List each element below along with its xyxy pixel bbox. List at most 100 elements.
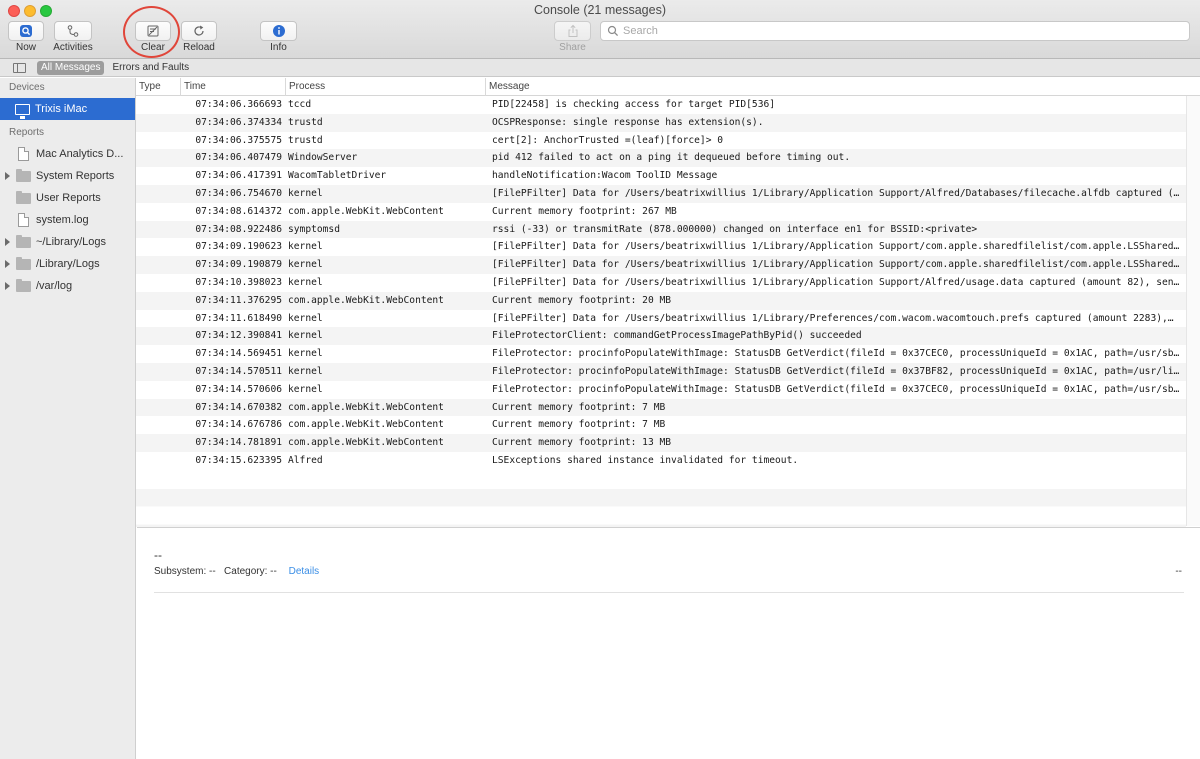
filter-errors-and-faults[interactable]: Errors and Faults bbox=[108, 61, 193, 75]
column-header-message[interactable]: Message bbox=[486, 78, 1200, 96]
process-cell: WacomTabletDriver bbox=[288, 170, 387, 182]
share-label: Share bbox=[559, 42, 586, 53]
table-row[interactable]: 07:34:14.781891 com.apple.WebKit.WebConte… bbox=[136, 434, 1186, 452]
sidebar-item-report[interactable]: system.log bbox=[0, 209, 135, 231]
sidebar-item-device[interactable]: Trixis iMac bbox=[0, 98, 135, 120]
type-cell bbox=[136, 327, 181, 345]
type-cell bbox=[136, 310, 181, 328]
sidebar-item-label: ~/Library/Logs bbox=[36, 236, 107, 248]
table-row[interactable]: 07:34:06.366693 tccd PID[22458] is checkin… bbox=[136, 96, 1186, 114]
sidebar-item-report[interactable]: ~/Library/Logs bbox=[0, 231, 135, 253]
message-cell: pid 412 failed to act on a ping it deque… bbox=[492, 152, 851, 164]
type-cell bbox=[136, 238, 181, 256]
table-row[interactable]: 07:34:14.570511 kernel FileProtector: proc… bbox=[136, 362, 1186, 381]
table-row[interactable]: 07:34:06.374334 trustd OCSPResponse: singl… bbox=[136, 113, 1186, 132]
detail-pane: -- Subsystem: -- Category: -- Details -- bbox=[137, 527, 1200, 759]
sidebar-toggle-icon[interactable] bbox=[13, 62, 26, 73]
disclosure-arrow-icon[interactable] bbox=[5, 238, 10, 246]
table-row[interactable]: 07:34:06.754670 kernel [FilePFilter] Data … bbox=[136, 184, 1186, 203]
time-cell: 07:34:06.375575 bbox=[195, 134, 282, 146]
message-cell: FileProtector: procinfoPopulateWithImage… bbox=[492, 348, 1180, 360]
log-table[interactable]: 07:34:06.366693 tccd PID[22458] is checkin… bbox=[136, 96, 1186, 526]
type-cell bbox=[136, 149, 181, 167]
time-cell: 07:34:14.670382 bbox=[195, 401, 282, 413]
table-row[interactable]: 07:34:06.375575 trustd cert[2]: AnchorTrus… bbox=[136, 132, 1186, 150]
table-row[interactable]: 07:34:14.570606 kernel FileProtector: proc… bbox=[136, 381, 1186, 399]
table-row[interactable]: 07:34:11.376295 com.apple.WebKit.WebConte… bbox=[136, 291, 1186, 310]
column-header-time[interactable]: Time bbox=[181, 78, 286, 96]
time-cell: 07:34:06.417391 bbox=[195, 170, 282, 182]
table-row[interactable]: 07:34:14.670382 com.apple.WebKit.WebConte… bbox=[136, 398, 1186, 417]
table-row[interactable]: 07:34:14.569451 kernel FileProtector: proc… bbox=[136, 345, 1186, 363]
column-header-type[interactable]: Type bbox=[136, 78, 181, 96]
table-row[interactable]: 07:34:12.390841 kernel FileProtectorClient… bbox=[136, 327, 1186, 346]
details-link[interactable]: Details bbox=[289, 566, 320, 577]
column-header-process[interactable]: Process bbox=[286, 78, 486, 96]
disclosure-arrow-icon[interactable] bbox=[5, 282, 10, 290]
process-cell: tccd bbox=[288, 99, 312, 110]
activities-label: Activities bbox=[53, 42, 93, 53]
imac-icon bbox=[15, 103, 30, 119]
type-cell bbox=[136, 185, 181, 203]
share-button[interactable] bbox=[554, 21, 591, 41]
type-cell bbox=[136, 416, 181, 434]
table-row[interactable]: 07:34:09.190879 kernel [FilePFilter] Data … bbox=[136, 256, 1186, 274]
time-cell: 07:34:15.623395 bbox=[195, 454, 282, 466]
table-row[interactable]: 07:34:09.190623 kernel [FilePFilter] Data … bbox=[136, 238, 1186, 256]
table-row[interactable]: 07:34:11.618490 kernel [FilePFilter] Data … bbox=[136, 310, 1186, 328]
table-row[interactable]: 07:34:10.398023 kernel [FilePFilter] Data … bbox=[136, 274, 1186, 292]
vertical-scrollbar[interactable] bbox=[1186, 96, 1200, 526]
table-row[interactable]: 07:34:08.922486 symptomsd rssi (-33) or tr… bbox=[136, 220, 1186, 239]
message-cell: [FilePFilter] Data for /Users/beatrixwil… bbox=[492, 259, 1180, 271]
sidebar-item-label: system.log bbox=[36, 214, 89, 226]
search-input[interactable] bbox=[623, 25, 1183, 37]
reload-icon bbox=[194, 25, 204, 36]
sidebar-item-report[interactable]: System Reports bbox=[0, 165, 135, 187]
process-cell: kernel bbox=[288, 383, 323, 395]
sidebar-item-report[interactable]: /var/log bbox=[0, 275, 135, 297]
info-label: Info bbox=[270, 42, 287, 53]
devices-header: Devices bbox=[9, 82, 45, 93]
message-cell: cert[2]: AnchorTrusted =(leaf)[force]> 0 bbox=[492, 134, 724, 146]
window-title: Console (21 messages) bbox=[533, 3, 666, 17]
reload-button[interactable] bbox=[181, 21, 217, 41]
sidebar-item-label: System Reports bbox=[36, 170, 115, 182]
sidebar-item-report[interactable]: /Library/Logs bbox=[0, 253, 135, 275]
table-row[interactable]: 07:34:06.417391 WacomTabletDriver handleNo… bbox=[136, 167, 1186, 185]
table-row[interactable]: 07:34:06.407479 WindowServer pid 412 faile… bbox=[136, 149, 1186, 168]
table-row[interactable]: 07:34:08.614372 com.apple.WebKit.WebConte… bbox=[136, 203, 1186, 221]
reports-header: Reports bbox=[9, 127, 45, 138]
highlight-annotation-circle bbox=[123, 6, 180, 58]
process-cell: com.apple.WebKit.WebContent bbox=[288, 294, 444, 306]
disclosure-arrow-icon[interactable] bbox=[5, 260, 10, 268]
process-cell: WindowServer bbox=[288, 152, 358, 164]
time-cell: 07:34:09.190879 bbox=[195, 259, 282, 271]
message-cell: FileProtector: procinfoPopulateWithImage… bbox=[492, 383, 1180, 395]
document-icon bbox=[18, 147, 29, 161]
sidebar-item-report[interactable]: User Reports bbox=[0, 187, 135, 209]
window-toolbar: Console (21 messages) Now Activities Cle… bbox=[0, 0, 1200, 59]
message-cell: Current memory footprint: 7 MB bbox=[492, 419, 666, 431]
table-row[interactable]: 07:34:15.623395 Alfred LSExceptions shared… bbox=[136, 452, 1186, 470]
process-cell: kernel bbox=[288, 259, 323, 271]
process-cell: kernel bbox=[288, 187, 323, 199]
message-cell: Current memory footprint: 7 MB bbox=[492, 401, 666, 413]
info-icon bbox=[272, 25, 285, 37]
type-cell bbox=[136, 363, 181, 381]
now-button[interactable] bbox=[8, 21, 44, 41]
log-table-header: Type Time Process Message bbox=[136, 78, 1200, 96]
info-button[interactable] bbox=[260, 21, 297, 41]
time-cell: 07:34:10.398023 bbox=[195, 276, 282, 288]
search-field[interactable] bbox=[600, 21, 1190, 41]
message-cell: FileProtectorClient: commandGetProcessIm… bbox=[492, 330, 862, 342]
time-cell: 07:34:11.618490 bbox=[195, 312, 282, 324]
sidebar-item-report[interactable]: Mac Analytics D... bbox=[0, 143, 135, 165]
activities-button[interactable] bbox=[54, 21, 92, 41]
filter-all-messages[interactable]: All Messages bbox=[37, 60, 105, 75]
disclosure-arrow-icon[interactable] bbox=[5, 172, 10, 180]
type-cell bbox=[136, 345, 181, 363]
table-row[interactable]: 07:34:14.676786 com.apple.WebKit.WebConte… bbox=[136, 416, 1186, 434]
sidebar-item-label: User Reports bbox=[36, 192, 101, 204]
process-cell: symptomsd bbox=[288, 223, 340, 235]
time-cell: 07:34:14.570606 bbox=[195, 383, 282, 395]
